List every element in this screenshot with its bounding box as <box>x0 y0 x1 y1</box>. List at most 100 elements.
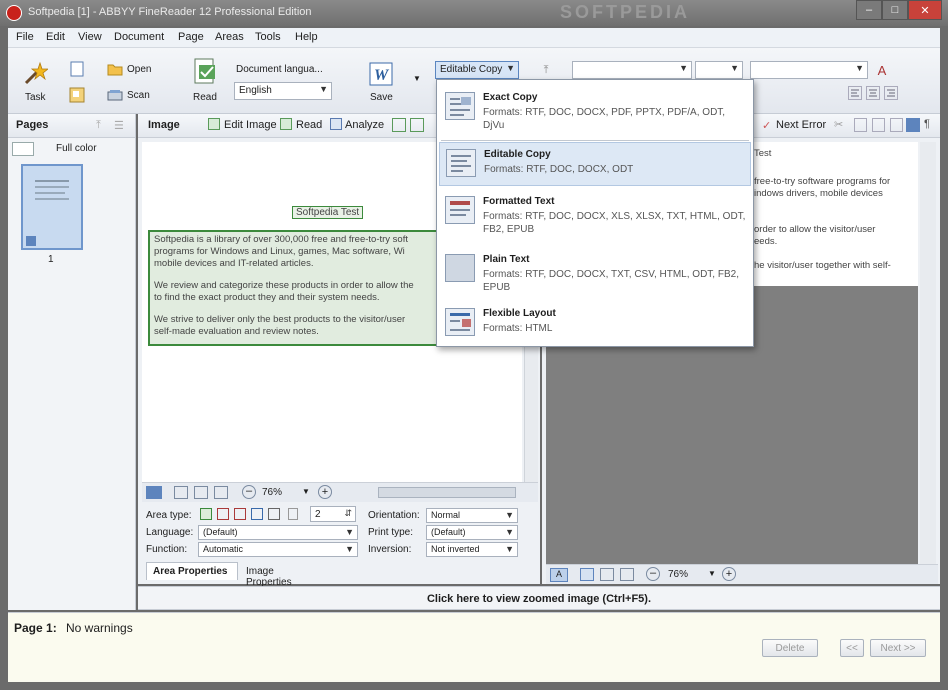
flexible-layout-label: Flexible Layout <box>483 308 556 319</box>
text-vertical-scrollbar[interactable] <box>920 142 936 566</box>
read-page-button[interactable]: Read <box>296 119 322 131</box>
function-value: Automatic <box>203 544 244 554</box>
menu-file[interactable]: File <box>16 31 34 43</box>
magic-wand-icon <box>24 61 48 85</box>
pages-title: Pages <box>16 119 49 131</box>
align-right-icon[interactable] <box>884 86 898 100</box>
dropdown-item-exact-copy[interactable]: Exact Copy Formats: RTF, DOC, DOCX, PDF,… <box>439 84 751 138</box>
fit-width-icon[interactable] <box>600 568 614 581</box>
task-button[interactable] <box>20 60 50 88</box>
open-button[interactable]: Open <box>127 64 151 75</box>
pin-icon[interactable]: ⤒ <box>96 119 101 132</box>
number-value: 2 <box>315 509 321 520</box>
scan-button[interactable]: Scan <box>127 90 150 101</box>
save-format-select[interactable]: Editable Copy ▼ <box>435 61 519 79</box>
tab-image-properties[interactable]: Image Properties <box>240 563 326 588</box>
zoom-hint-bar[interactable]: Click here to view zoomed image (Ctrl+F5… <box>138 586 940 610</box>
delete-button[interactable]: Delete <box>762 639 818 657</box>
style-select[interactable]: ▼ <box>750 61 868 79</box>
actual-size-icon[interactable] <box>214 486 228 499</box>
menu-view[interactable]: View <box>78 31 102 43</box>
close-button[interactable]: ✕ <box>908 0 942 20</box>
number-stepper[interactable]: 2 ⇵ <box>310 506 356 522</box>
picture-area-type-icon[interactable] <box>217 508 229 520</box>
fit-width-icon[interactable] <box>194 486 208 499</box>
dropdown-item-flexible-layout[interactable]: Flexible Layout Formats: HTML <box>439 300 751 344</box>
font-size-select[interactable]: ▼ <box>695 61 743 79</box>
edit-image-button[interactable]: Edit Image <box>224 119 277 131</box>
save-button[interactable]: W <box>367 60 395 88</box>
fit-page-icon[interactable] <box>580 568 594 581</box>
menu-areas[interactable]: Areas <box>215 31 244 43</box>
language-select[interactable]: English ▼ <box>234 82 332 100</box>
folder-icon <box>106 61 124 77</box>
cut-icon[interactable]: ✂ <box>834 118 848 132</box>
print-type-select[interactable]: (Default) ▼ <box>426 525 518 540</box>
page-options-icon[interactable]: ☰ <box>114 119 124 132</box>
chevron-down-icon[interactable]: ▼ <box>302 487 310 496</box>
read-button[interactable] <box>190 56 220 88</box>
pin-icon[interactable]: ⤒ <box>538 62 554 78</box>
zoom-in-icon[interactable]: + <box>318 485 332 499</box>
dropdown-item-formatted-text[interactable]: Formatted Text Formats: RTF, DOC, DOCX, … <box>439 188 751 242</box>
plain-text-formats: Formats: RTF, DOC, DOCX, TXT, CSV, HTML,… <box>483 269 739 293</box>
inversion-select[interactable]: Not inverted ▼ <box>426 542 518 557</box>
text-area-type-icon[interactable] <box>200 508 212 520</box>
paste-icon[interactable] <box>872 118 885 132</box>
formatted-text-icon <box>445 196 475 224</box>
image-zoom-value[interactable]: 76% <box>262 487 282 498</box>
save-dropdown-arrow[interactable]: ▼ <box>413 74 421 83</box>
page-thumbnail[interactable] <box>21 164 83 250</box>
maximize-button[interactable]: □ <box>882 0 908 20</box>
minimize-button[interactable]: – <box>856 0 882 20</box>
color-mode-dropdown[interactable] <box>12 142 34 156</box>
text-mode-icon[interactable]: A <box>550 568 568 582</box>
read-document-icon <box>194 58 215 84</box>
align-left-icon[interactable] <box>848 86 862 100</box>
title-text-area[interactable]: Softpedia Test <box>292 206 364 219</box>
dropdown-item-plain-text[interactable]: Plain Text Formats: RTF, DOC, DOCX, TXT,… <box>439 246 751 300</box>
new-doc-icon[interactable] <box>68 60 86 78</box>
area-language-select[interactable]: (Default) ▼ <box>198 525 358 540</box>
word-doc-icon: W <box>369 62 393 86</box>
previous-button[interactable]: << <box>840 639 864 657</box>
next-error-button[interactable]: Next Error <box>776 119 826 131</box>
zoom-in-icon[interactable]: + <box>722 567 736 581</box>
menu-edit[interactable]: Edit <box>46 31 65 43</box>
tab-area-properties[interactable]: Area Properties <box>146 562 238 580</box>
checkbox-area-type-icon[interactable] <box>288 508 298 520</box>
text-area-tool-icon[interactable] <box>392 118 406 132</box>
menu-tools[interactable]: Tools <box>255 31 281 43</box>
analyze-button[interactable]: Analyze <box>345 119 384 131</box>
picture-area-tool-icon[interactable] <box>410 118 424 132</box>
chevron-down-icon[interactable]: ▼ <box>708 569 716 578</box>
menu-document[interactable]: Document <box>114 31 164 43</box>
barcode-area-type-icon[interactable] <box>251 508 263 520</box>
clear-format-icon[interactable]: A <box>874 62 890 78</box>
editor-line: he visitor/user together with self- <box>754 260 891 271</box>
menu-page[interactable]: Page <box>178 31 204 43</box>
menu-help[interactable]: Help <box>295 31 318 43</box>
zoom-out-icon[interactable]: – <box>242 485 256 499</box>
text-zoom-value[interactable]: 76% <box>668 569 688 580</box>
plain-text-icon <box>445 254 475 282</box>
save-label: Save <box>370 92 393 103</box>
next-button[interactable]: Next >> <box>870 639 926 657</box>
layout-icon[interactable] <box>68 86 86 104</box>
dropdown-item-editable-copy[interactable]: Editable Copy Formats: RTF, DOC, DOCX, O… <box>439 142 751 186</box>
view-icon[interactable] <box>890 118 903 132</box>
fit-page-icon[interactable] <box>174 486 188 499</box>
function-select[interactable]: Automatic ▼ <box>198 542 358 557</box>
horizontal-scrollbar[interactable] <box>378 487 516 498</box>
table-area-type-icon[interactable] <box>234 508 246 520</box>
pointer-tool-icon[interactable] <box>146 486 162 499</box>
orientation-select[interactable]: Normal ▼ <box>426 508 518 523</box>
background-area-type-icon[interactable] <box>268 508 280 520</box>
align-center-icon[interactable] <box>866 86 880 100</box>
font-select[interactable]: ▼ <box>572 61 692 79</box>
zoom-out-icon[interactable]: – <box>646 567 660 581</box>
copy-icon[interactable] <box>854 118 867 132</box>
text-view-icon[interactable] <box>906 118 920 132</box>
pilcrow-icon[interactable]: ¶ <box>924 118 930 130</box>
actual-size-icon[interactable] <box>620 568 634 581</box>
